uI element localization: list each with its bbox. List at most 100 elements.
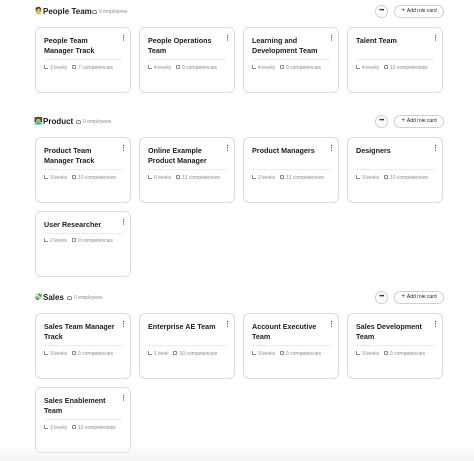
card-meta: 4 levels 10 competencies	[356, 65, 428, 72]
levels-count: 2 levels	[258, 175, 275, 181]
card-meta: 3 levels 9 competencies	[44, 351, 113, 358]
card-meta: 4 levels 9 competencies	[148, 65, 217, 72]
levels-count: 3 levels	[362, 175, 379, 181]
add-role-card-button[interactable]: + Add role card	[394, 115, 444, 128]
plus-icon: +	[401, 118, 405, 124]
role-card-title: User Researcher	[44, 220, 102, 229]
role-card[interactable]: People Operations Team ⋮ 4 levels 9 compe…	[139, 27, 235, 93]
more-options-button[interactable]: •••	[375, 115, 388, 128]
add-role-card-button[interactable]: + Add role card	[394, 291, 444, 304]
competencies-icon	[279, 351, 284, 355]
kebab-menu-icon[interactable]: ⋮	[224, 321, 231, 331]
kebab-menu-icon[interactable]: ⋮	[120, 145, 127, 155]
section-emoji: 💸	[34, 294, 43, 301]
levels-icon	[44, 238, 48, 242]
levels-count: 1 level	[154, 351, 169, 357]
competencies-count: 10 competencies	[77, 425, 116, 431]
levels-icon	[148, 175, 152, 179]
competencies-count: 10 competencies	[389, 65, 428, 71]
levels-icon	[252, 175, 256, 179]
levels-count: 3 levels	[50, 65, 67, 71]
section-emoji: 🧑‍💼	[34, 8, 43, 15]
role-card-title: Sales Development Team	[356, 322, 422, 341]
role-card[interactable]: Sales Enablement Team ⋮ 3 levels 10 compe…	[35, 387, 131, 453]
card-divider	[252, 345, 330, 346]
competencies-icon	[173, 351, 178, 355]
kebab-menu-icon[interactable]: ⋮	[120, 395, 127, 405]
competencies-icon	[383, 65, 388, 69]
employee-count-label: 0 employees	[74, 295, 103, 301]
competencies-icon	[175, 175, 180, 179]
role-card-title: Product Team Manager Track	[44, 146, 95, 165]
role-card[interactable]: Learning and Development Team ⋮ 4 levels…	[243, 27, 339, 93]
section-emoji: 👨‍💻	[34, 118, 43, 125]
card-meta: 3 levels 9 competencies	[252, 351, 321, 358]
role-card[interactable]: Designers ⋮ 3 levels 10 competencies	[347, 137, 443, 203]
kebab-menu-icon[interactable]: ⋮	[328, 145, 335, 155]
levels-count: 4 levels	[362, 65, 379, 71]
card-divider	[44, 169, 122, 170]
role-card[interactable]: Sales Team Manager Track ⋮ 3 levels 9 com…	[35, 313, 131, 379]
kebab-menu-icon[interactable]: ⋮	[224, 35, 231, 45]
competencies-count: 9 competencies	[389, 351, 425, 357]
competencies-count: 13 competencies	[285, 175, 324, 181]
role-card[interactable]: User Researcher ⋮ 2 levels 9 competencies	[35, 211, 131, 277]
levels-count: 3 levels	[50, 351, 67, 357]
kebab-menu-icon[interactable]: ⋮	[224, 145, 231, 155]
role-card[interactable]: Sales Development Team ⋮ 3 levels 9 compe…	[347, 313, 443, 379]
competencies-icon	[279, 175, 284, 179]
role-card[interactable]: Online Example Product Manager ⋮ 6 level…	[139, 137, 235, 203]
employee-count: 0 employees	[92, 8, 127, 16]
levels-icon	[356, 65, 360, 69]
card-divider	[44, 419, 122, 420]
role-card[interactable]: Product Team Manager Track ⋮ 3 levels 10 …	[35, 137, 131, 203]
competencies-count: 9 competencies	[181, 65, 217, 71]
add-role-card-label: Add role card	[406, 8, 437, 14]
more-options-button[interactable]: •••	[375, 291, 388, 304]
kebab-menu-icon[interactable]: ⋮	[120, 321, 127, 331]
competencies-icon	[71, 65, 76, 69]
card-meta: 1 level 10 competencies	[148, 351, 217, 358]
role-card-title: Talent Team	[356, 36, 397, 45]
section-header: 💸 Sales 0 employees ••• + Add role card	[34, 291, 444, 307]
kebab-menu-icon[interactable]: ⋮	[432, 145, 439, 155]
role-card-title: Sales Team Manager Track	[44, 322, 115, 341]
levels-count: 3 levels	[50, 425, 67, 431]
role-card[interactable]: Talent Team ⋮ 4 levels 10 competencies	[347, 27, 443, 93]
plus-icon: +	[401, 294, 405, 300]
competencies-icon	[175, 65, 180, 69]
add-role-card-label: Add role card	[406, 294, 437, 300]
kebab-menu-icon[interactable]: ⋮	[328, 321, 335, 331]
role-card[interactable]: Account Executive Team ⋮ 3 levels 9 compe…	[243, 313, 339, 379]
levels-count: 6 levels	[154, 175, 171, 181]
kebab-menu-icon[interactable]: ⋮	[432, 35, 439, 45]
kebab-menu-icon[interactable]: ⋮	[120, 219, 127, 229]
people-icon	[92, 9, 97, 14]
competencies-count: 13 competencies	[181, 175, 220, 181]
add-role-card-button[interactable]: + Add role card	[394, 5, 444, 18]
card-divider	[356, 345, 434, 346]
levels-icon	[44, 175, 48, 179]
levels-count: 2 levels	[50, 238, 67, 244]
role-cards-page: { "sections": [ { "emoji": "🧑‍💼", "title…	[0, 0, 474, 461]
add-role-card-label: Add role card	[406, 118, 437, 124]
competencies-count: 7 competencies	[77, 65, 113, 71]
role-card[interactable]: Product Managers ⋮ 2 levels 13 competenci…	[243, 137, 339, 203]
kebab-menu-icon[interactable]: ⋮	[432, 321, 439, 331]
role-card[interactable]: People Team Manager Track ⋮ 3 levels 7 co…	[35, 27, 131, 93]
section-title: Sales	[43, 293, 64, 302]
role-card-title: Designers	[356, 146, 391, 155]
competencies-icon	[383, 175, 388, 179]
role-card[interactable]: Enterprise AE Team ⋮ 1 level 10 competenc…	[139, 313, 235, 379]
card-meta: 3 levels 10 competencies	[356, 175, 428, 182]
levels-icon	[44, 425, 48, 429]
card-divider	[356, 59, 434, 60]
role-card-title: Sales Enablement Team	[44, 396, 106, 415]
kebab-menu-icon[interactable]: ⋮	[120, 35, 127, 45]
card-divider	[356, 169, 434, 170]
more-options-button[interactable]: •••	[375, 5, 388, 18]
kebab-menu-icon[interactable]: ⋮	[328, 35, 335, 45]
competencies-count: 10 competencies	[389, 175, 428, 181]
levels-icon	[252, 351, 256, 355]
levels-icon	[356, 351, 360, 355]
